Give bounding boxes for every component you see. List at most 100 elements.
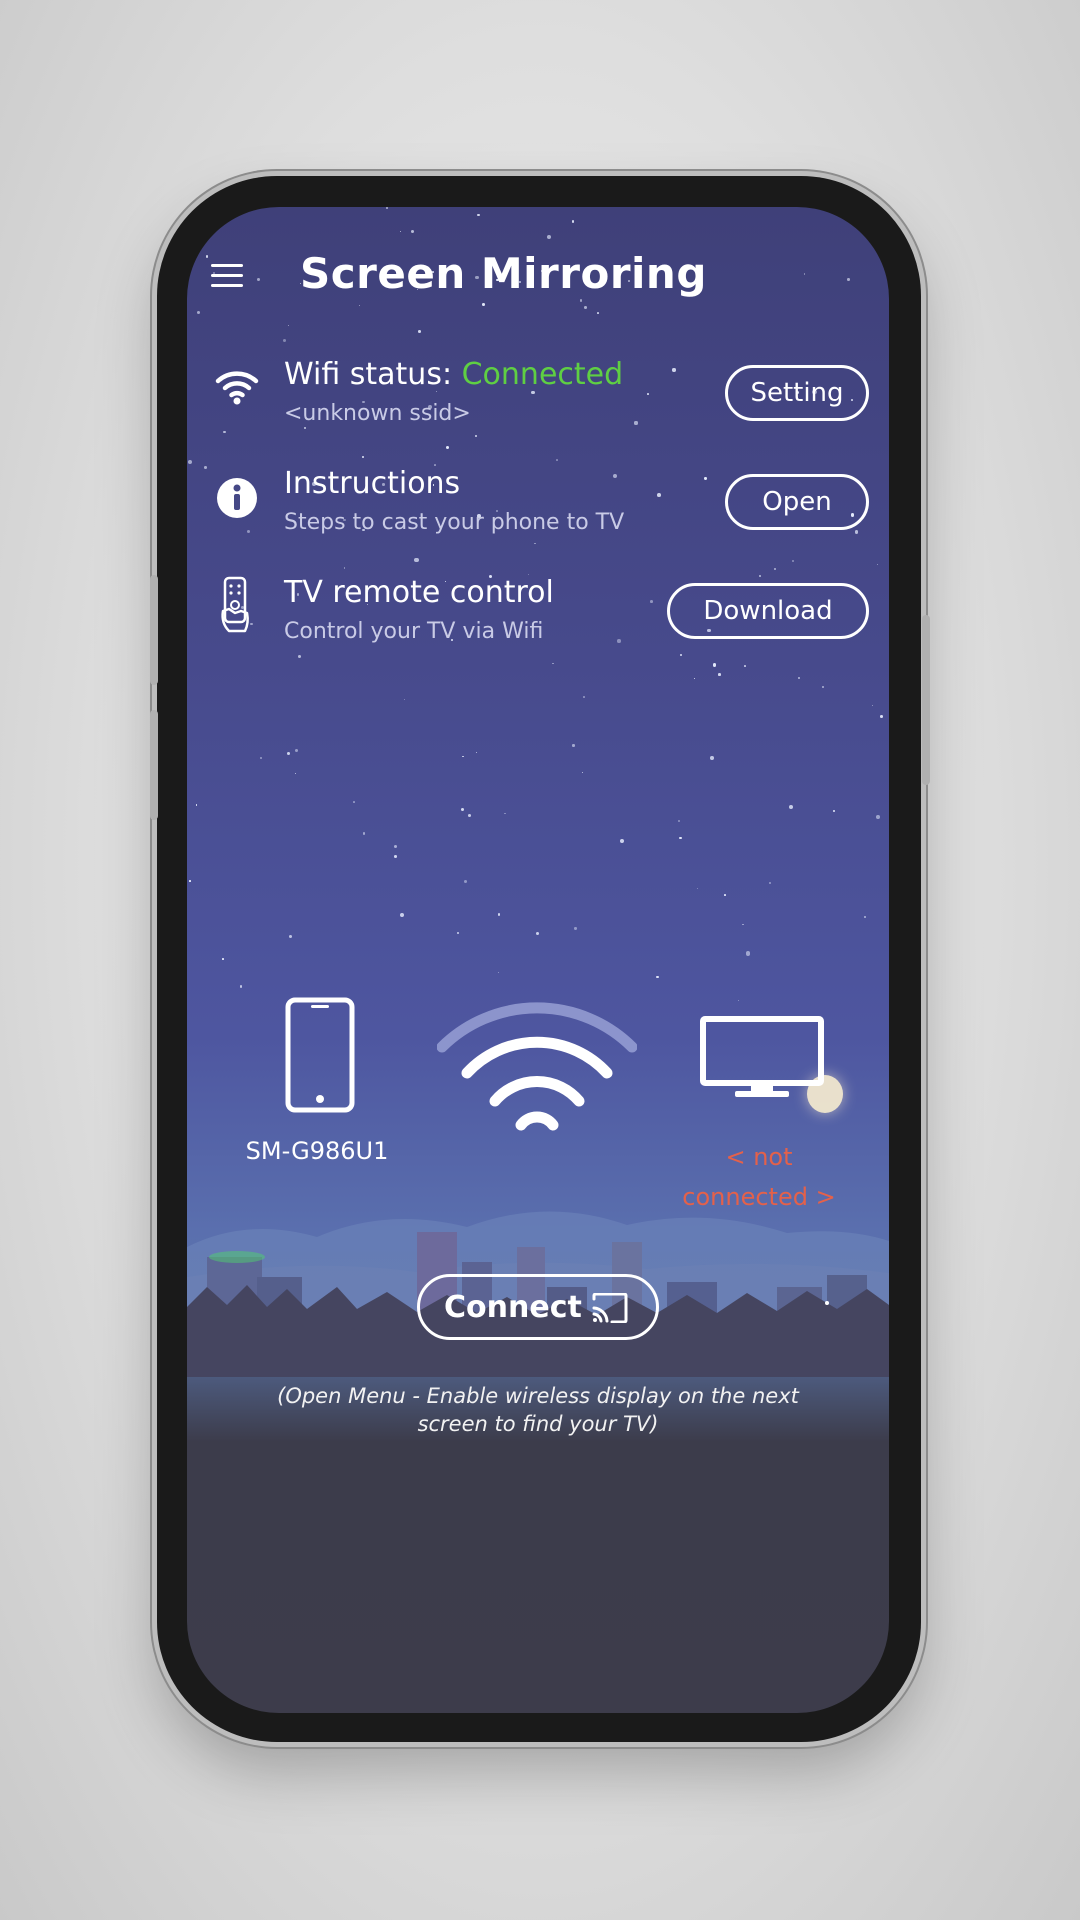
star bbox=[547, 235, 552, 240]
star bbox=[504, 812, 506, 814]
star bbox=[343, 567, 346, 569]
star bbox=[464, 879, 468, 883]
wifi-status-title: Wifi status: Connected bbox=[284, 357, 623, 392]
star bbox=[582, 695, 585, 698]
tv-connection-status: < not connected > bbox=[682, 1143, 836, 1211]
wifi-signal-icon bbox=[436, 997, 638, 1141]
side-button bbox=[922, 615, 930, 785]
star bbox=[536, 932, 540, 936]
star bbox=[797, 676, 801, 680]
star bbox=[693, 677, 696, 680]
star bbox=[295, 772, 297, 774]
star bbox=[677, 819, 680, 822]
star bbox=[717, 673, 721, 676]
star bbox=[581, 771, 583, 773]
star bbox=[362, 832, 366, 835]
star bbox=[282, 338, 287, 343]
side-button bbox=[150, 575, 158, 685]
remote-title: TV remote control bbox=[284, 575, 554, 610]
star bbox=[361, 456, 364, 459]
star bbox=[393, 854, 397, 858]
star bbox=[410, 230, 415, 234]
app-screen: Screen Mirroring Wifi status: Connected … bbox=[187, 207, 889, 1713]
open-button[interactable]: Open bbox=[725, 474, 869, 530]
star bbox=[879, 715, 883, 718]
star bbox=[876, 815, 880, 819]
star bbox=[188, 459, 193, 464]
star bbox=[886, 218, 888, 221]
star bbox=[742, 924, 744, 926]
star bbox=[287, 752, 291, 756]
remote-icon bbox=[215, 575, 259, 635]
star bbox=[418, 329, 422, 333]
wifi-status-row: Wifi status: Connected <unknown ssid> Se… bbox=[187, 357, 889, 447]
star bbox=[723, 893, 726, 896]
star bbox=[497, 971, 500, 973]
star bbox=[832, 810, 835, 813]
connect-label: Connect bbox=[444, 1289, 582, 1325]
star bbox=[738, 1000, 740, 1002]
star bbox=[822, 686, 825, 689]
wifi-status-value: Connected bbox=[461, 357, 624, 392]
star bbox=[468, 814, 472, 818]
star bbox=[871, 705, 873, 707]
star bbox=[656, 975, 659, 979]
star bbox=[189, 880, 191, 882]
download-button[interactable]: Download bbox=[667, 583, 869, 639]
connect-button[interactable]: Connect bbox=[417, 1274, 659, 1340]
star bbox=[294, 748, 298, 752]
star bbox=[475, 751, 477, 753]
remote-row: TV remote control Control your TV via Wi… bbox=[187, 575, 889, 665]
star bbox=[462, 755, 465, 758]
star bbox=[399, 913, 404, 918]
star bbox=[394, 844, 398, 848]
star bbox=[863, 915, 867, 919]
star bbox=[856, 212, 859, 215]
star bbox=[571, 220, 575, 223]
setting-button[interactable]: Setting bbox=[725, 365, 869, 421]
star bbox=[556, 458, 558, 461]
instructions-subtitle: Steps to cast your phone to TV bbox=[284, 510, 625, 535]
star bbox=[773, 567, 777, 570]
star bbox=[403, 699, 405, 701]
star bbox=[457, 931, 460, 934]
star bbox=[876, 563, 879, 566]
star bbox=[497, 912, 501, 916]
remote-subtitle: Control your TV via Wifi bbox=[284, 619, 544, 644]
page-title: Screen Mirroring bbox=[300, 249, 707, 298]
star bbox=[385, 207, 388, 210]
cast-icon bbox=[592, 1292, 628, 1327]
star bbox=[192, 221, 196, 225]
star bbox=[460, 807, 465, 811]
smartphone-icon bbox=[285, 997, 355, 1117]
star bbox=[477, 213, 480, 217]
connect-hint: (Open Menu - Enable wireless display on … bbox=[277, 1384, 799, 1436]
star bbox=[399, 230, 402, 233]
star bbox=[710, 756, 714, 760]
star bbox=[746, 951, 751, 956]
star bbox=[197, 310, 201, 315]
wifi-ssid: <unknown ssid> bbox=[284, 401, 471, 426]
star bbox=[696, 887, 699, 890]
star bbox=[195, 804, 198, 806]
app-header: Screen Mirroring bbox=[187, 247, 889, 307]
star bbox=[352, 801, 355, 804]
instructions-row: Instructions Steps to cast your phone to… bbox=[187, 466, 889, 556]
star bbox=[287, 324, 289, 326]
star bbox=[791, 559, 795, 563]
star bbox=[768, 881, 772, 885]
star bbox=[289, 934, 293, 938]
star bbox=[414, 557, 419, 562]
wifi-icon bbox=[215, 367, 259, 427]
star bbox=[222, 958, 224, 960]
side-button bbox=[150, 710, 158, 820]
phone-device-name: SM-G986U1 bbox=[245, 1137, 389, 1165]
menu-icon[interactable] bbox=[211, 257, 245, 297]
info-icon bbox=[215, 476, 259, 536]
star bbox=[744, 665, 746, 667]
star bbox=[574, 927, 577, 930]
star bbox=[572, 744, 575, 747]
wifi-status-label: Wifi status: bbox=[284, 357, 453, 392]
instructions-title: Instructions bbox=[284, 466, 461, 501]
star bbox=[678, 836, 682, 840]
